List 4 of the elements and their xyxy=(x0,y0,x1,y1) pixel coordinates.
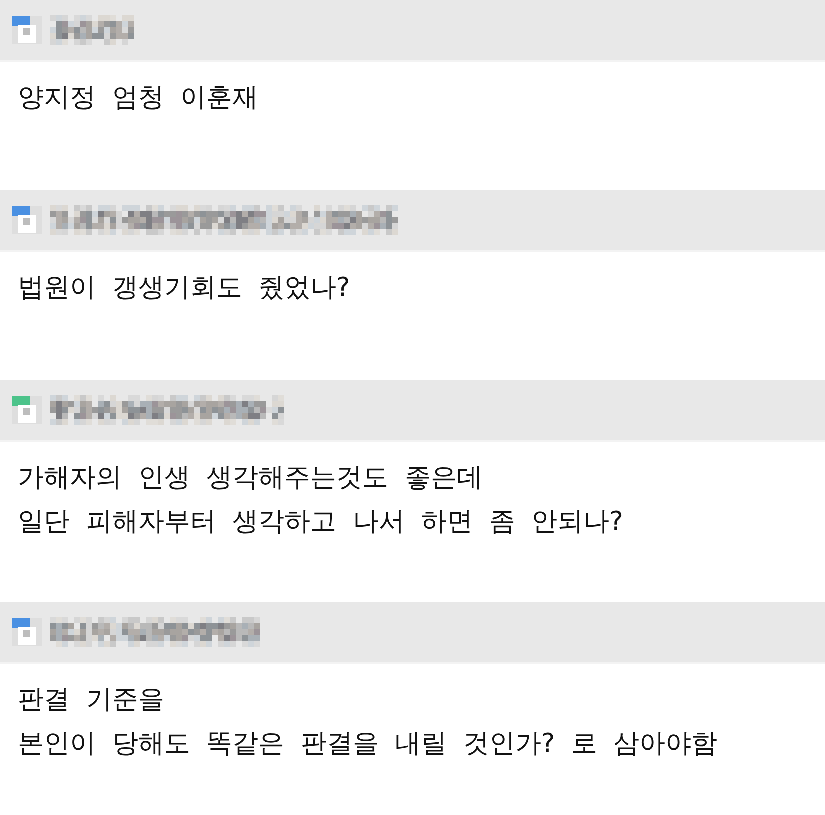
comment-text: 법원이 갱생기회도 줬었나? xyxy=(18,272,352,305)
comment-text: 가해자의 인생 생각해주는것도 좋은데 일단 피해자부터 생각하고 나서 하면 좀 안되나? xyxy=(18,462,624,539)
comment-text: 판결 기준을 본인이 당해도 똑같은 판결을 내릴 것인가? 로 삼아야함 xyxy=(18,684,719,761)
comment-text: 양지정 엄청 이훈재 xyxy=(18,82,260,115)
